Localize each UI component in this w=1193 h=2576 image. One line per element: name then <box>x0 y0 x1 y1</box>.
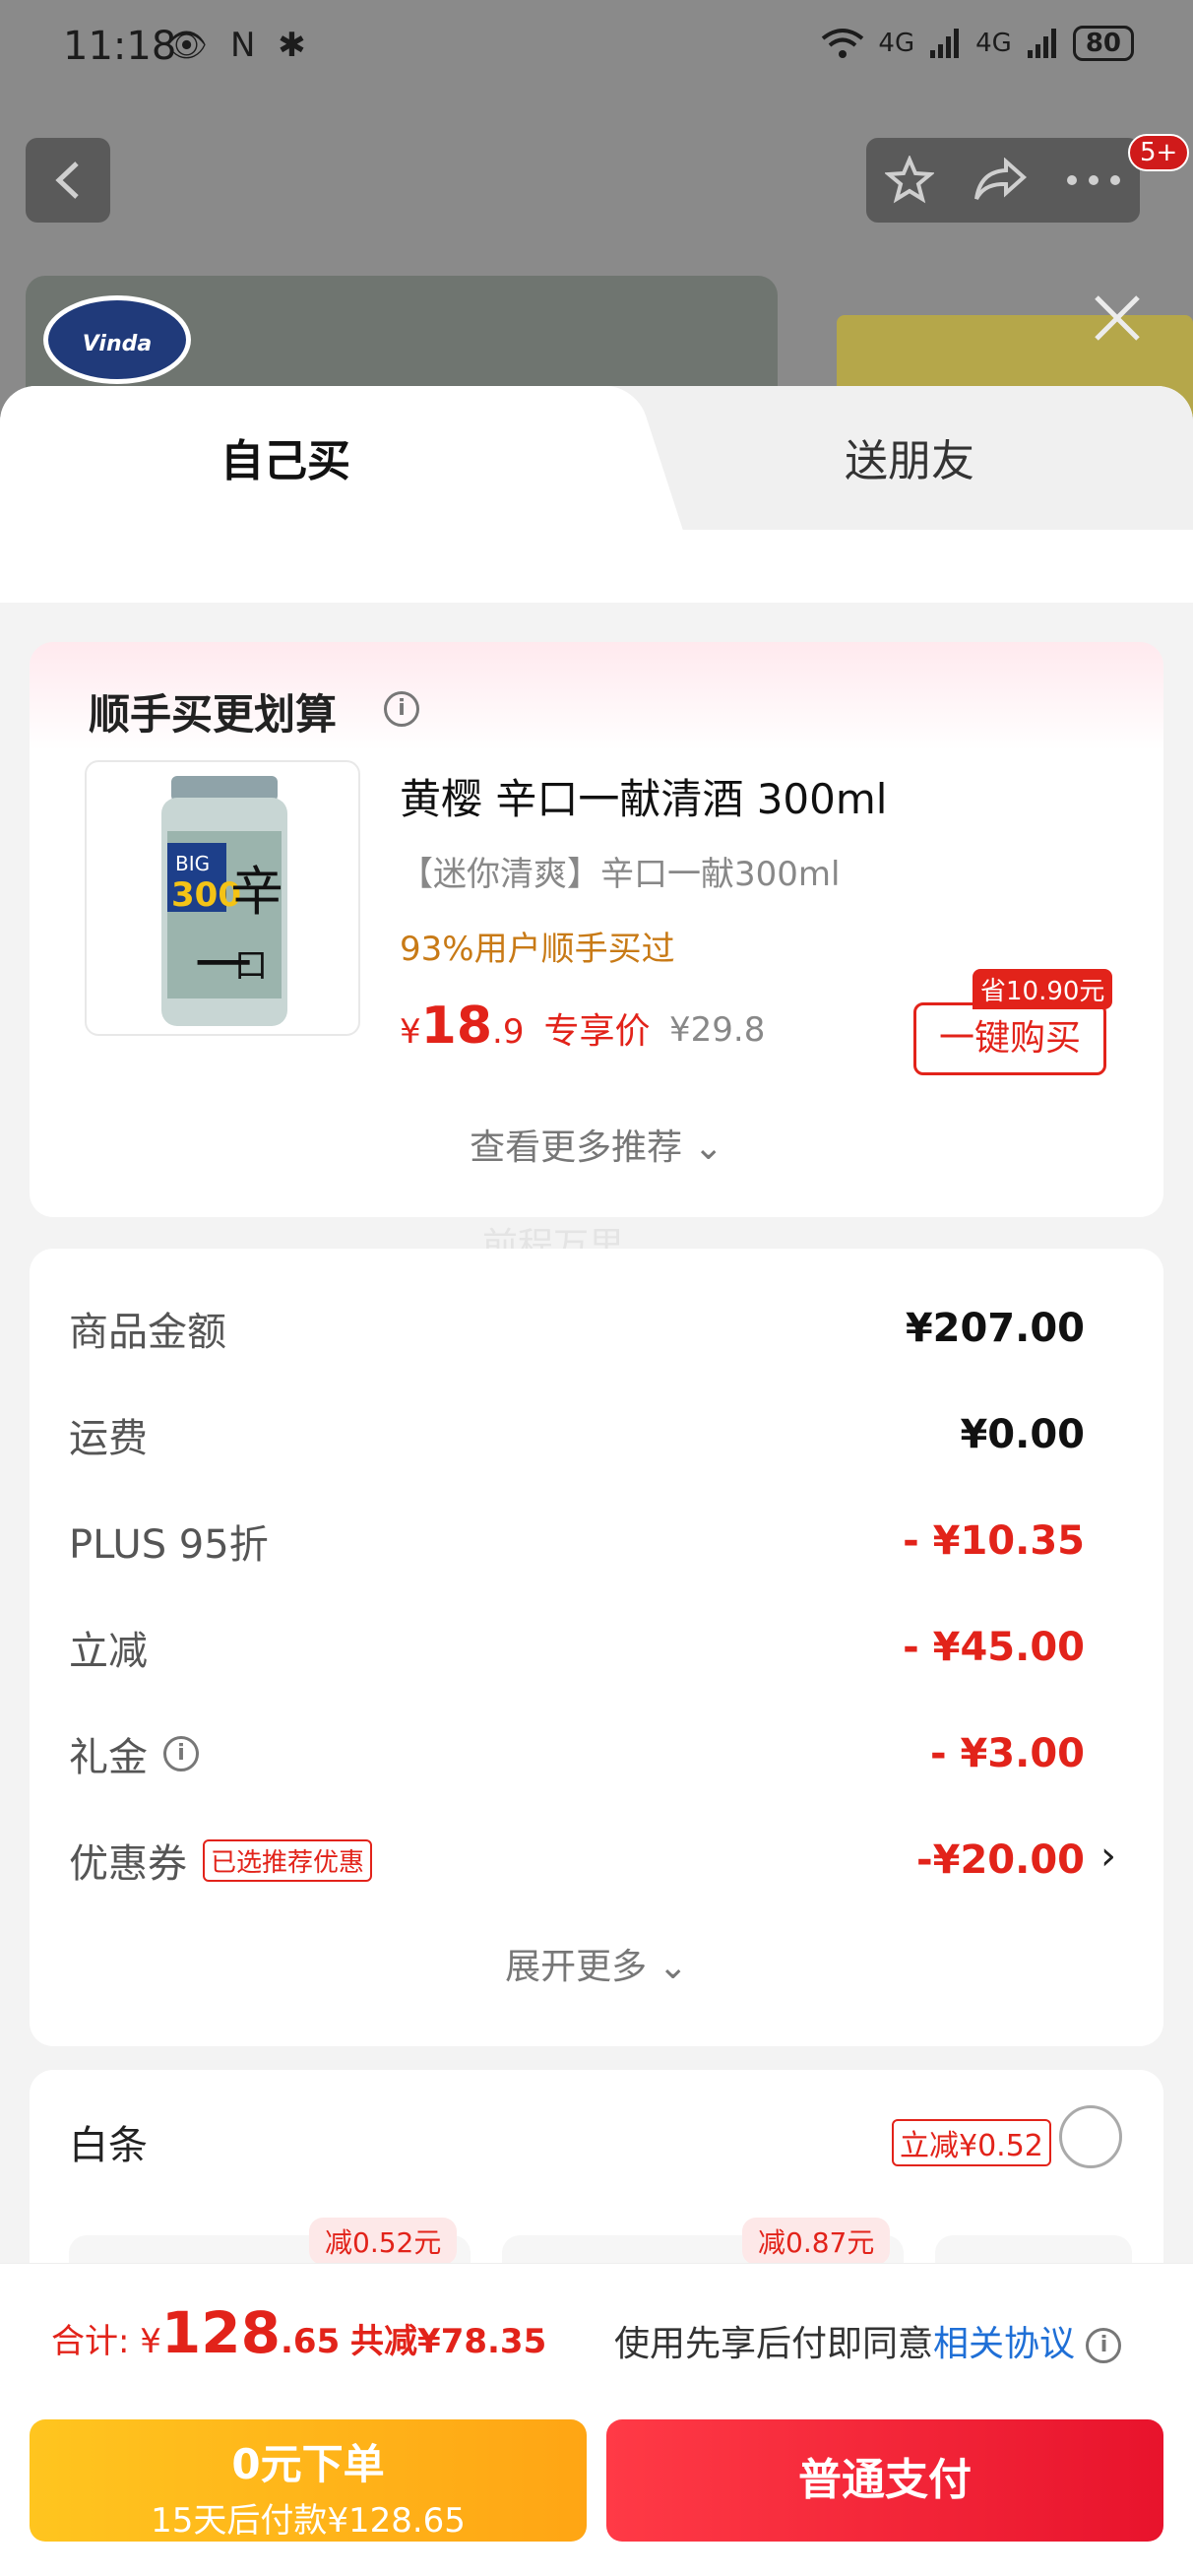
recommended-product-name[interactable]: 黄樱 辛口一献清酒 300ml <box>400 766 887 826</box>
checkout-sheet: 自己买 送朋友 顺手买更划算 i BIG 300 辛 一 口 黄樱 辛口一献清酒… <box>0 386 1193 2576</box>
pay-later-subtitle: 15天后付款¥128.65 <box>151 2501 466 2541</box>
tab-friend[interactable]: 送朋友 <box>845 425 974 488</box>
summary-value: - ¥3.00 <box>929 1731 1085 1776</box>
network-label-1: 4G <box>878 29 915 58</box>
network-label-2: 4G <box>975 29 1012 58</box>
chevron-down-icon: ⌄ <box>693 1127 723 1168</box>
pay-later-title: 0元下单 <box>231 2440 385 2488</box>
checkout-bottom-bar: 合计: ¥128.65 共减¥78.35 使用先享后付即同意相关协议 i 0元下… <box>0 2263 1193 2576</box>
info-icon[interactable]: i <box>1086 2328 1122 2363</box>
coupon-row[interactable]: 优惠券 已选推荐优惠 -¥20.00 <box>69 1826 1085 1895</box>
payment-radio[interactable] <box>1059 2105 1122 2168</box>
summary-label: 立减 <box>69 1629 148 1674</box>
star-icon[interactable] <box>885 156 935 205</box>
info-icon[interactable]: i <box>384 691 419 727</box>
summary-row: 立减 - ¥45.00 <box>69 1613 1085 1682</box>
summary-row: PLUS 95折 - ¥10.35 <box>69 1507 1085 1576</box>
share-icon[interactable] <box>973 158 1028 203</box>
summary-label: PLUS 95折 <box>69 1522 269 1568</box>
installment-badge: 减0.87元 <box>742 2218 891 2265</box>
tab-content-strip <box>0 530 1193 603</box>
summary-row: 礼金 i - ¥3.00 <box>69 1719 1085 1788</box>
sake-product-image[interactable]: BIG 300 辛 一 口 <box>85 760 360 1036</box>
expand-more-label: 展开更多 <box>505 1947 648 1987</box>
total-saved: 共减¥78.35 <box>350 2322 547 2361</box>
order-total: 合计: ¥128.65 共减¥78.35 <box>51 2299 546 2366</box>
summary-label-wrap: 礼金 i <box>69 1725 199 1782</box>
agreement-link[interactable]: 相关协议 <box>933 2324 1075 2364</box>
pay-later-button[interactable]: 0元下单 15天后付款¥128.65 <box>30 2419 587 2542</box>
status-indicator-icons: 👁 N ✱ <box>165 26 312 65</box>
price-integer: 18 <box>420 997 493 1056</box>
total-integer: 128 <box>160 2299 281 2366</box>
summary-label: 礼金 <box>69 1735 148 1780</box>
info-icon[interactable]: i <box>163 1736 199 1771</box>
sake-bottle-image: BIG 300 辛 一 口 <box>161 776 287 1026</box>
price-symbol: ¥ <box>400 1012 421 1052</box>
price-decimal: .9 <box>492 1012 525 1052</box>
summary-row: 运费 ¥0.00 <box>69 1400 1085 1469</box>
recommendation-title: 顺手买更划算 <box>89 690 338 739</box>
total-decimal: .65 <box>281 2322 341 2361</box>
summary-label: 运费 <box>69 1416 148 1461</box>
coupon-tag: 已选推荐优惠 <box>203 1838 373 1882</box>
buy-rate-text: 93%用户顺手买过 <box>400 930 675 969</box>
payment-promo-tag: 立减¥0.52 <box>892 2119 1051 2166</box>
original-price: ¥29.8 <box>669 1010 766 1050</box>
more-recommendations-label: 查看更多推荐 <box>470 1127 683 1168</box>
more-icon[interactable] <box>1066 174 1121 186</box>
price-summary-card: 商品金额 ¥207.00 运费 ¥0.00 PLUS 95折 - ¥10.35 … <box>30 1249 1163 2046</box>
summary-value: - ¥45.00 <box>903 1625 1085 1670</box>
back-button[interactable] <box>26 138 110 223</box>
price-tag: 专享价 <box>543 1011 651 1052</box>
status-icons-right: 4G 4G 80 <box>821 26 1134 61</box>
total-label: 合计: <box>51 2322 130 2361</box>
normal-pay-button[interactable]: 普通支付 <box>606 2419 1163 2542</box>
tab-self[interactable]: 自己买 <box>220 425 350 488</box>
summary-label: 商品金额 <box>69 1310 226 1355</box>
recommended-product-subtitle: 【迷你清爽】辛口一献300ml <box>400 855 841 894</box>
svg-text:口: 口 <box>234 946 268 986</box>
installment-badge: 减0.52元 <box>309 2218 458 2265</box>
agreement-label: 使用先享后付即同意 <box>614 2324 934 2364</box>
signal-icon <box>930 29 960 58</box>
purchase-tabs: 自己买 送朋友 <box>0 386 1193 530</box>
svg-text:辛: 辛 <box>230 861 283 923</box>
exclusive-price: ¥18.9 专享价 <box>400 997 650 1056</box>
more-recommendations-link[interactable]: 查看更多推荐 ⌄ <box>30 1119 1163 1170</box>
chevron-down-icon: ⌄ <box>658 1947 688 1987</box>
one-click-buy-button[interactable]: 一键购买 <box>913 1002 1106 1075</box>
battery-indicator: 80 <box>1072 26 1134 61</box>
expand-more-link[interactable]: 展开更多 ⌄ <box>30 1938 1163 1989</box>
payment-method-label: 白条 <box>69 2123 148 2168</box>
summary-label: 优惠券 <box>69 1841 187 1887</box>
summary-value: -¥20.00 <box>916 1837 1085 1883</box>
status-bar: 11:18 👁 N ✱ 4G 4G 80 <box>0 0 1193 98</box>
total-symbol: ¥ <box>140 2322 161 2361</box>
back-arrow-icon <box>55 161 79 199</box>
close-icon[interactable] <box>1091 291 1144 345</box>
header-actions <box>866 138 1140 223</box>
brand-logo: Vinda <box>43 295 191 384</box>
svg-text:BIG: BIG <box>175 852 210 875</box>
save-badge: 省10.90元 <box>973 969 1113 1009</box>
recommendation-card: 顺手买更划算 i BIG 300 辛 一 口 黄樱 辛口一献清酒 300ml 【… <box>30 642 1163 1217</box>
summary-value: - ¥10.35 <box>903 1518 1085 1564</box>
agreement-text: 使用先享后付即同意相关协议 i <box>614 2315 1122 2366</box>
summary-value: ¥207.00 <box>905 1306 1085 1351</box>
summary-row: 商品金额 ¥207.00 <box>69 1294 1085 1363</box>
summary-value: ¥0.00 <box>960 1412 1085 1457</box>
chevron-right-icon[interactable]: › <box>1100 1834 1116 1879</box>
signal-icon <box>1027 29 1056 58</box>
status-time: 11:18 <box>63 24 177 69</box>
summary-label-wrap: 优惠券 已选推荐优惠 <box>69 1832 373 1889</box>
wifi-icon <box>822 29 864 58</box>
cart-badge: 5+ <box>1128 134 1190 171</box>
